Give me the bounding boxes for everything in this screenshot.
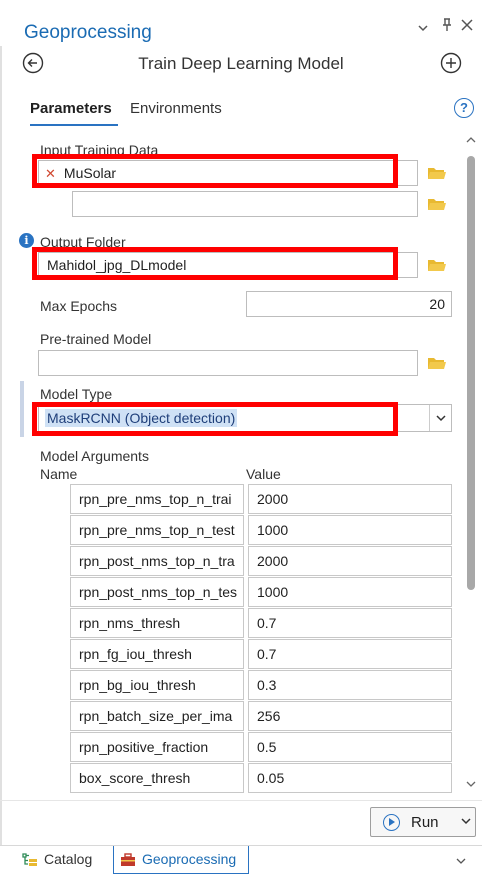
arg-name-cell: rpn_pre_nms_top_n_test	[70, 515, 244, 545]
info-icon[interactable]: i	[19, 233, 34, 248]
catalog-icon	[22, 853, 37, 867]
model-type-select[interactable]: MaskRCNN (Object detection)	[38, 404, 452, 432]
tab-parameters[interactable]: Parameters	[30, 100, 112, 117]
pretrained-model-label: Pre-trained Model	[40, 331, 152, 347]
pane-titlebar: Geoprocessing	[0, 0, 482, 46]
dock-tabs: Catalog Geoprocessing	[0, 845, 482, 879]
chevron-down-icon[interactable]	[456, 854, 466, 868]
model-type-label: Model Type	[40, 386, 113, 402]
output-folder-field[interactable]: Mahidol_jpg_DLmodel	[38, 252, 418, 278]
arg-name-cell: rpn_pre_nms_top_n_trai	[70, 484, 244, 514]
arg-value-cell[interactable]: 2000	[248, 484, 452, 514]
arg-name-cell: rpn_post_nms_top_n_tes	[70, 577, 244, 607]
vertical-scrollbar-thumb[interactable]	[467, 156, 475, 590]
tab-catalog[interactable]: Catalog	[22, 846, 92, 874]
chevron-down-icon[interactable]	[429, 405, 451, 431]
active-parameter-indicator	[20, 381, 24, 437]
arg-name-cell: rpn_fg_iou_thresh	[70, 639, 244, 669]
arg-value-cell[interactable]: 256	[248, 701, 452, 731]
browse-folder-icon[interactable]	[428, 356, 446, 370]
arg-value-cell[interactable]: 0.7	[248, 608, 452, 638]
arg-name-cell: rpn_batch_size_per_ima	[70, 701, 244, 731]
tab-environments[interactable]: Environments	[130, 100, 222, 117]
pin-icon[interactable]	[438, 17, 456, 38]
arg-name-cell: rpn_post_nms_top_n_tra	[70, 546, 244, 576]
run-button[interactable]: Run	[370, 807, 476, 837]
tool-nav-row: Train Deep Learning Model	[0, 52, 482, 86]
pane-title: Geoprocessing	[24, 22, 152, 43]
close-icon[interactable]	[458, 18, 476, 36]
active-tab-underline	[30, 124, 118, 126]
arg-value-cell[interactable]: 0.3	[248, 670, 452, 700]
input-training-data-value: MuSolar	[63, 165, 117, 181]
play-icon	[383, 814, 400, 831]
arg-value-cell[interactable]: 1000	[248, 515, 452, 545]
arg-value-cell[interactable]: 0.7	[248, 639, 452, 669]
geoprocessing-pane: Geoprocessing Train Deep Learning Model …	[0, 0, 482, 879]
arg-value-cell[interactable]: 0.5	[248, 732, 452, 762]
args-value-header: Value	[246, 466, 281, 482]
arg-name-cell: rpn_positive_fraction	[70, 732, 244, 762]
max-epochs-field[interactable]: 20	[246, 291, 452, 317]
output-folder-label: Output Folder	[40, 234, 126, 250]
scroll-up-arrow-icon[interactable]	[466, 136, 476, 150]
browse-folder-icon[interactable]	[428, 258, 446, 272]
arg-name-cell: rpn_nms_thresh	[70, 608, 244, 638]
pane-left-border	[0, 0, 2, 879]
run-label: Run	[411, 814, 439, 831]
tab-geoprocessing-label: Geoprocessing	[142, 851, 237, 867]
input-training-data-empty-field[interactable]	[72, 191, 418, 217]
arg-name-cell: box_score_thresh	[70, 763, 244, 793]
browse-folder-icon[interactable]	[428, 197, 446, 211]
add-circle-icon[interactable]	[440, 52, 462, 74]
args-name-header: Name	[40, 466, 78, 482]
toolbox-icon	[121, 853, 135, 867]
input-training-data-field[interactable]: ✕ MuSolar	[38, 160, 418, 186]
arg-name-cell: rpn_bg_iou_thresh	[70, 670, 244, 700]
arg-value-cell[interactable]: 1000	[248, 577, 452, 607]
browse-folder-icon[interactable]	[428, 166, 446, 180]
tab-geoprocessing[interactable]: Geoprocessing	[113, 846, 249, 874]
scroll-down-arrow-icon[interactable]	[466, 780, 476, 794]
chevron-down-icon[interactable]	[461, 814, 471, 828]
run-bar: Run	[0, 800, 482, 844]
tool-title: Train Deep Learning Model	[138, 54, 344, 73]
model-arguments-label: Model Arguments	[40, 448, 149, 464]
arg-value-cell[interactable]: 2000	[248, 546, 452, 576]
pane-options-chevron-icon[interactable]	[414, 20, 432, 38]
pretrained-model-field[interactable]	[38, 350, 418, 376]
remove-item-icon[interactable]: ✕	[45, 166, 56, 181]
help-icon[interactable]: ?	[454, 98, 474, 118]
max-epochs-label: Max Epochs	[40, 298, 118, 314]
input-training-data-label: Input Training Data	[40, 142, 159, 158]
model-type-value: MaskRCNN (Object detection)	[45, 409, 238, 427]
arg-value-cell[interactable]: 0.05	[248, 763, 452, 793]
tab-catalog-label: Catalog	[44, 851, 93, 867]
